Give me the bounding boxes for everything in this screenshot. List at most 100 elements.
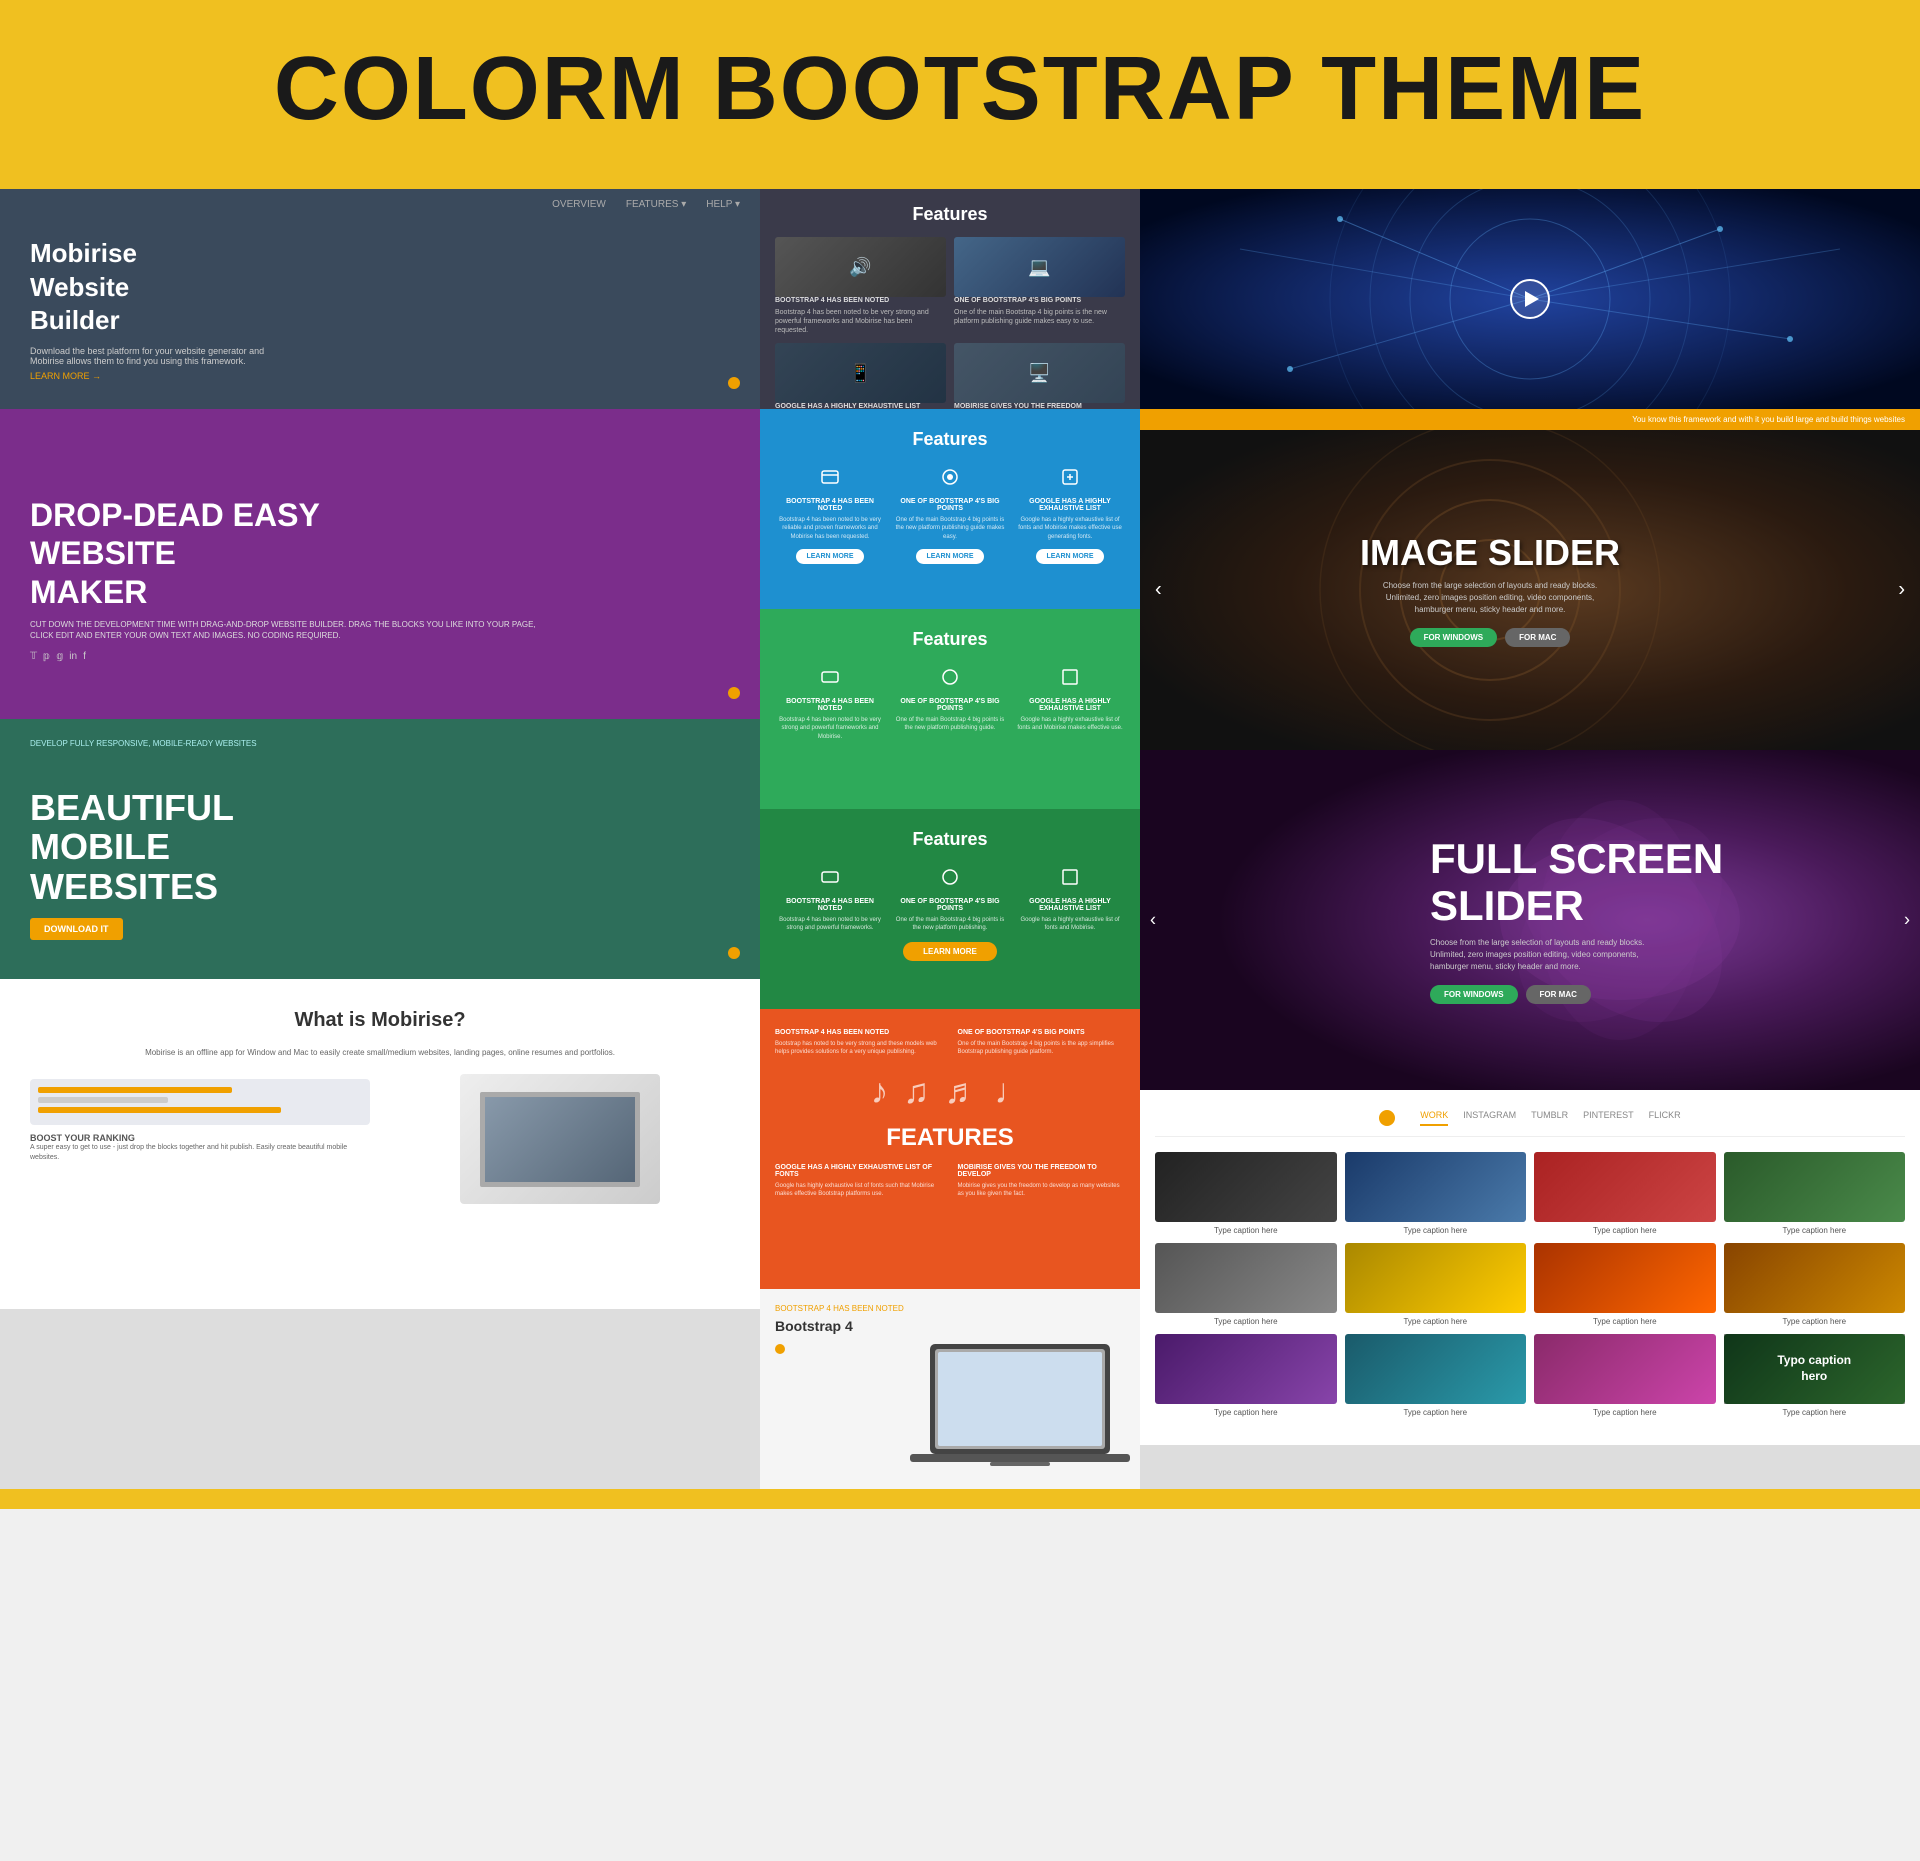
features-dg-title: Features (775, 829, 1125, 850)
what-section: What is Mobirise? Mobirise is an offline… (0, 979, 760, 1309)
feat-icon-2 (935, 462, 965, 492)
feat-col-2: ONE OF BOOTSTRAP 4'S BIG POINTS One of t… (895, 462, 1005, 564)
tech-network-section (1140, 189, 1920, 409)
pinterest-icon[interactable]: 𝕡 (43, 651, 50, 662)
gallery-caption-10: Type caption here (1345, 1408, 1527, 1417)
gallery-thumb-8[interactable] (1724, 1243, 1906, 1313)
learn-more-btn-1[interactable]: LEARN MORE (796, 549, 863, 564)
laptop-screen-inner (485, 1097, 635, 1182)
feat-col-3: GOOGLE HAS A HIGHLY EXHAUSTIVE LIST Goog… (1015, 462, 1125, 564)
feat-dgcol-1: BOOTSTRAP 4 HAS BEEN NOTED Bootstrap 4 h… (775, 862, 885, 933)
boost-label: BOOST YOUR RANKING (30, 1133, 370, 1143)
nav-item-help[interactable]: HELP ▾ (706, 199, 740, 210)
feat-gcol-title-1: BOOTSTRAP 4 HAS BEEN NOTED (775, 698, 885, 712)
learn-more-btn-3[interactable]: LEARN MORE (1036, 549, 1103, 564)
fs-title: FULL SCREENSLIDER (1430, 836, 1723, 928)
orange-dot-1 (728, 377, 740, 389)
gallery-thumb-6[interactable] (1345, 1243, 1527, 1313)
slider-content: IMAGE SLIDER Choose from the large selec… (1360, 533, 1620, 648)
fs-arrow-left[interactable]: ‹ (1150, 910, 1156, 931)
nav-item-features[interactable]: FEATURES ▾ (626, 199, 686, 210)
gallery-caption-4: Type caption here (1724, 1226, 1906, 1235)
features-orange-section: BOOTSTRAP 4 HAS BEEN NOTED Bootstrap has… (760, 1009, 1140, 1289)
facebook-icon[interactable]: f (83, 651, 86, 662)
gallery-thumb-11[interactable] (1534, 1334, 1716, 1404)
gallery-thumb-1[interactable] (1155, 1152, 1337, 1222)
nav-bar: OVERVIEW FEATURES ▾ HELP ▾ (0, 199, 760, 210)
gallery-nav-work[interactable]: WORK (1420, 1110, 1448, 1126)
dash-bar-3 (38, 1107, 281, 1113)
feat-col-title-2: ONE OF BOOTSTRAP 4'S BIG POINTS (895, 498, 1005, 512)
gallery-item-1: Type caption here (1155, 1152, 1337, 1235)
nav-item-overview[interactable]: OVERVIEW (552, 199, 606, 210)
gallery-thumb-12[interactable]: Typo captionhero (1724, 1334, 1906, 1404)
gallery-thumb-3[interactable] (1534, 1152, 1716, 1222)
dash-row-2 (38, 1097, 362, 1103)
learn-more-btn-2[interactable]: LEARN MORE (916, 549, 983, 564)
gallery-nav-instagram[interactable]: INSTAGRAM (1463, 1110, 1516, 1126)
dash-bar-2 (38, 1097, 168, 1103)
gallery-thumb-5[interactable] (1155, 1243, 1337, 1313)
slider-win-btn[interactable]: FOR WINDOWS (1410, 628, 1498, 647)
mobirise-link[interactable]: LEARN MORE → (30, 371, 264, 381)
footer (0, 1489, 1920, 1509)
social-icons: 𝕋 𝕡 𝕘 in f (30, 651, 536, 662)
gallery-caption-8: Type caption here (1724, 1317, 1906, 1326)
feature-heading-2: ONE OF BOOTSTRAP 4'S BIG POINTS (954, 297, 1125, 304)
feat-icon-3 (1055, 462, 1085, 492)
main-content: OVERVIEW FEATURES ▾ HELP ▾ MobiriseWebsi… (0, 189, 1920, 1489)
gallery-nav-tumblr[interactable]: TUMBLR (1531, 1110, 1568, 1126)
feat-ocol-title-4: MOBIRISE GIVES YOU THE FREEDOM TO DEVELO… (958, 1164, 1126, 1178)
gallery-thumb-4[interactable] (1724, 1152, 1906, 1222)
fs-win-btn[interactable]: FOR WINDOWS (1430, 985, 1518, 1004)
download-button[interactable]: DOWNLOAD IT (30, 918, 123, 940)
slider-arrow-left[interactable]: ‹ (1155, 579, 1162, 602)
gallery-caption-9: Type caption here (1155, 1408, 1337, 1417)
what-title: What is Mobirise? (30, 1009, 730, 1032)
feat-col-text-3: Google has a highly exhaustive list of f… (1015, 516, 1125, 541)
gallery-thumb-7[interactable] (1534, 1243, 1716, 1313)
gallery-caption-2: Type caption here (1345, 1226, 1527, 1235)
feat-col-text-2: One of the main Bootstrap 4 big points i… (895, 516, 1005, 541)
gallery-thumb-10[interactable] (1345, 1334, 1527, 1404)
laptop-illustration (460, 1074, 660, 1204)
orange-icon-2: ♫ (903, 1072, 929, 1112)
gallery-item-9: Type caption here (1155, 1334, 1337, 1417)
gallery-thumb-2[interactable] (1345, 1152, 1527, 1222)
gallery-nav-pinterest[interactable]: PINTEREST (1583, 1110, 1634, 1126)
orange-dot-2 (728, 687, 740, 699)
fs-arrow-right[interactable]: › (1904, 910, 1910, 931)
orange-dot-3 (728, 947, 740, 959)
feature-item-2: 💻 ONE OF BOOTSTRAP 4'S BIG POINTS One of… (954, 237, 1125, 335)
teal-title: BEAUTIFULMOBILEWEBSITES (30, 788, 234, 907)
gallery-caption-1: Type caption here (1155, 1226, 1337, 1235)
features-darkgreen-section: Features BOOTSTRAP 4 HAS BEEN NOTED Boot… (760, 809, 1140, 1009)
gallery-thumb-9[interactable] (1155, 1334, 1337, 1404)
features-green-title: Features (775, 629, 1125, 650)
mid-column: Features 🔊 BOOTSTRAP 4 HAS BEEN NOTED Bo… (760, 189, 1140, 1489)
slider-arrow-right[interactable]: › (1898, 579, 1905, 602)
teal-section: DEVELOP FULLY RESPONSIVE, MOBILE-READY W… (0, 719, 760, 979)
play-button[interactable] (1510, 279, 1550, 319)
gallery-row-3: Type caption here Type caption here Type… (1155, 1334, 1905, 1417)
mobirise-subtitle: Download the best platform for your webs… (30, 346, 264, 366)
slider-mac-btn[interactable]: FOR MAC (1505, 628, 1570, 647)
gallery-nav-flickr[interactable]: FLICKR (1649, 1110, 1681, 1126)
linkedin-icon[interactable]: in (69, 651, 77, 662)
google-icon[interactable]: 𝕘 (56, 651, 63, 662)
features-orange-bottom: GOOGLE HAS A HIGHLY EXHAUSTIVE LIST OF F… (775, 1164, 1125, 1199)
learn-more-dg[interactable]: LEARN MORE (903, 942, 997, 961)
feat-icon-1 (815, 462, 845, 492)
gallery-row-2: Type caption here Type caption here Type… (1155, 1243, 1905, 1326)
gallery-item-6: Type caption here (1345, 1243, 1527, 1326)
gallery-item-4: Type caption here (1724, 1152, 1906, 1235)
gallery-caption-6: Type caption here (1345, 1317, 1527, 1326)
twitter-icon[interactable]: 𝕋 (30, 651, 37, 662)
feat-dgcol-text-3: Google has a highly exhaustive list of f… (1015, 916, 1125, 933)
fs-mac-btn[interactable]: FOR MAC (1526, 985, 1591, 1004)
feat-dgcol-3: GOOGLE HAS A HIGHLY EXHAUSTIVE LIST Goog… (1015, 862, 1125, 933)
bootstrap-laptop (910, 1339, 1130, 1489)
purple-subtitle: CUT DOWN THE DEVELOPMENT TIME WITH DRAG-… (30, 619, 536, 641)
right-column: You know this framework and with it you … (1140, 189, 1920, 1489)
feat-ocol-text-3: Google has highly exhaustive list of fon… (775, 1182, 943, 1199)
